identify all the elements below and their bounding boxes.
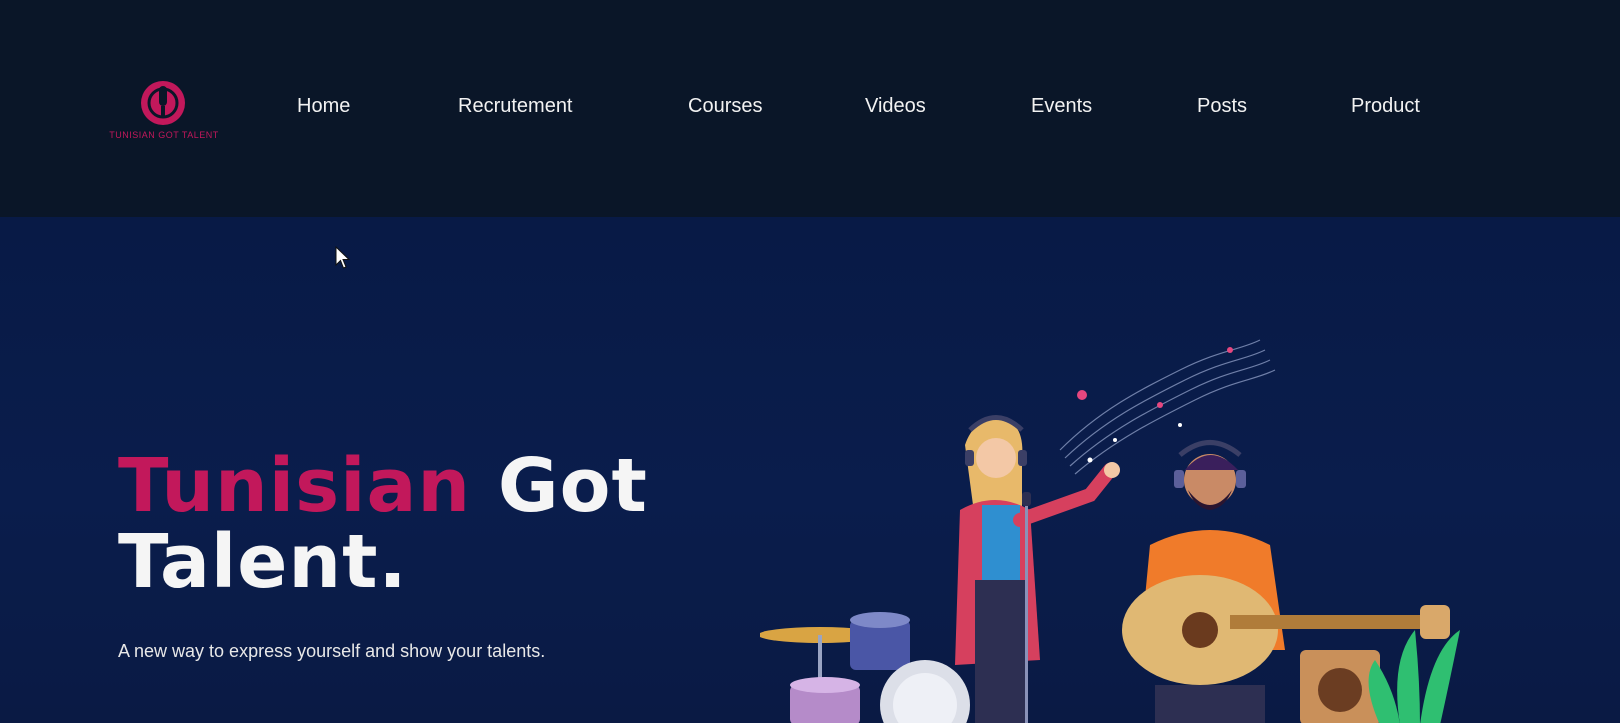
- music-notes-icon: [1059, 339, 1276, 475]
- singer-figure: [955, 415, 1120, 725]
- logo-text: TUNISIAN GOT TALENT: [109, 130, 219, 140]
- nav-product[interactable]: Product: [1351, 95, 1420, 118]
- hero-title-highlight: Tunisian: [118, 443, 472, 529]
- nav-posts[interactable]: Posts: [1197, 95, 1247, 118]
- navbar: TUNISIAN GOT TALENT Home Recrutement Cou…: [0, 0, 1620, 217]
- page: TUNISIAN GOT TALENT Home Recrutement Cou…: [0, 0, 1620, 725]
- plant-icon: [1368, 630, 1460, 725]
- site-logo[interactable]: TUNISIAN GOT TALENT: [108, 78, 220, 148]
- hero-title: Tunisian Got Talent.: [118, 448, 648, 600]
- nav-courses[interactable]: Courses: [688, 95, 762, 118]
- hero-title-got: Got: [497, 443, 648, 529]
- microphone-logo-icon: [141, 81, 185, 125]
- nav-recrutement[interactable]: Recrutement: [458, 95, 573, 118]
- nav-videos[interactable]: Videos: [865, 95, 926, 118]
- nav-home[interactable]: Home: [297, 95, 350, 118]
- hero-title-talent: Talent.: [118, 519, 408, 605]
- nav-events[interactable]: Events: [1031, 95, 1092, 118]
- band-musicians-illustration: [760, 339, 1460, 725]
- drum-kit-icon: [760, 612, 970, 725]
- mouse-pointer-icon: [335, 245, 351, 275]
- hero-subtitle: A new way to express yourself and show y…: [118, 641, 546, 661]
